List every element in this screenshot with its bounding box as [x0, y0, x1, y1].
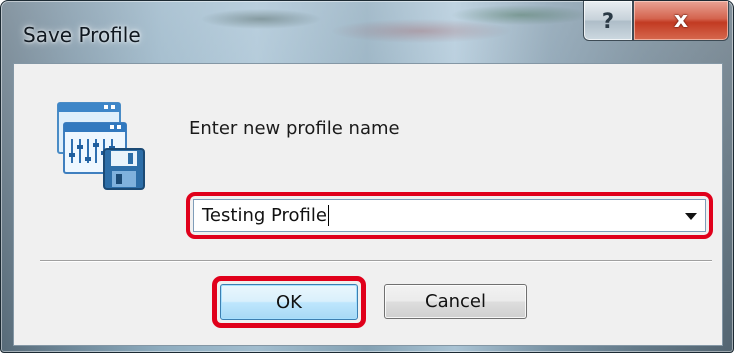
profile-name-input[interactable]: Testing Profile	[194, 205, 329, 227]
prompt-label: Enter new profile name	[189, 118, 400, 139]
cancel-button[interactable]: Cancel	[384, 284, 527, 319]
profile-name-value: Testing Profile	[202, 204, 327, 226]
help-icon: ?	[601, 8, 615, 33]
close-icon: x	[673, 8, 689, 33]
save-profile-dialog: Save Profile ? x Enter new profile name …	[0, 0, 734, 353]
ok-button-highlight: OK	[212, 276, 366, 328]
text-caret	[327, 205, 329, 227]
profile-name-combobox[interactable]: Testing Profile	[193, 199, 706, 232]
window-title: Save Profile	[23, 23, 141, 47]
dialog-body: Enter new profile name Testing Profile O…	[13, 63, 723, 346]
separator	[40, 260, 712, 262]
close-button[interactable]: x	[633, 1, 729, 41]
chevron-down-icon[interactable]	[685, 212, 697, 220]
profile-save-icon	[57, 102, 145, 190]
help-button[interactable]: ?	[583, 1, 633, 41]
ok-button[interactable]: OK	[220, 284, 358, 320]
profile-name-highlight: Testing Profile	[186, 192, 713, 239]
